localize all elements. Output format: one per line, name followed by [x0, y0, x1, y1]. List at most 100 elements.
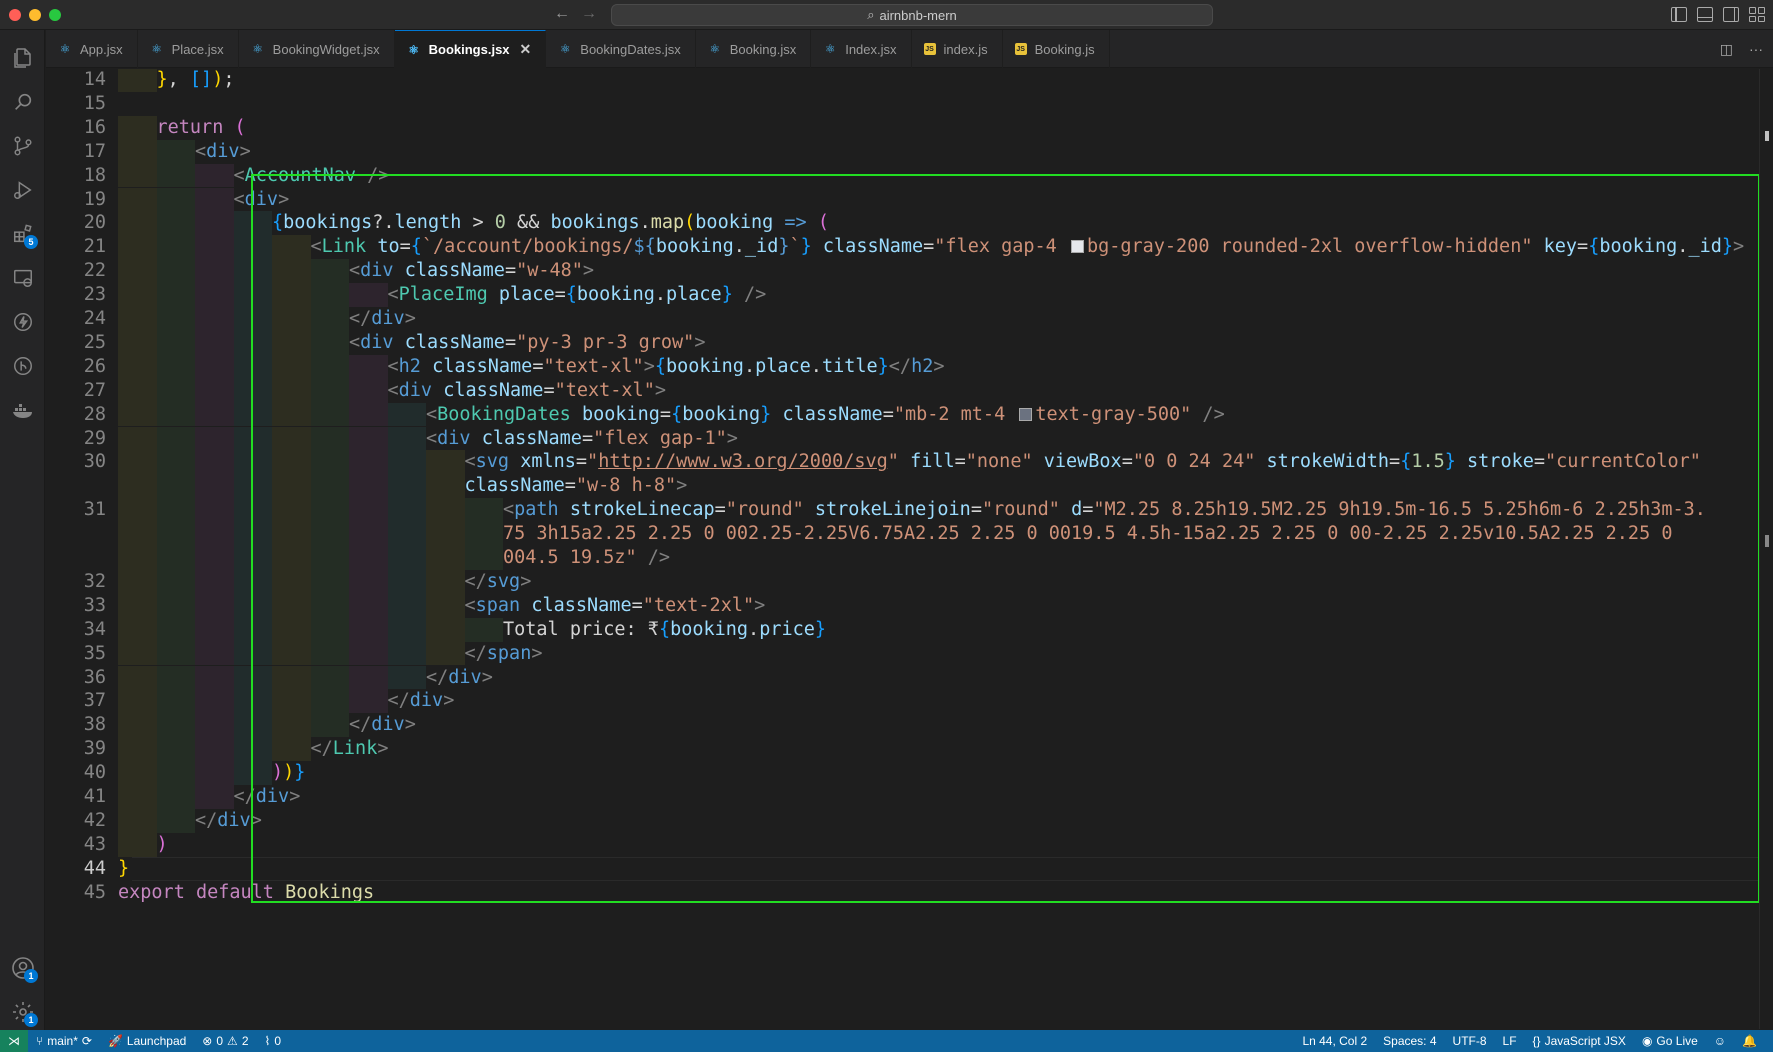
code-editor[interactable]: 14}, []); 15 16 return (17 <div> 18 <AccountNa…	[46, 69, 1773, 1029]
tab-place-jsx[interactable]: ⚛ Place.jsx	[138, 30, 239, 68]
toggle-panel-icon[interactable]	[1697, 7, 1713, 22]
code-line[interactable]: 21 <Link to={`/account/bookings/${booking…	[46, 235, 1773, 260]
line-number: 21	[83, 236, 106, 258]
code-line[interactable]: 39 </Link>	[46, 737, 1773, 762]
tab-bookingwidget-jsx[interactable]: ⚛ BookingWidget.jsx	[239, 30, 395, 68]
tab-app-jsx[interactable]: ⚛ App.jsx	[46, 30, 138, 68]
code-line[interactable]: 35 </span>	[46, 641, 1773, 666]
back-arrow-icon[interactable]: ←	[554, 5, 570, 23]
cursor-position[interactable]: Ln 44, Col 2	[1294, 1034, 1375, 1048]
code-line[interactable]: 16 return (	[46, 115, 1773, 140]
code-line[interactable]: 29 <div className="flex gap-1">	[46, 426, 1773, 451]
code-line[interactable]: 40))}	[46, 761, 1773, 785]
code-line[interactable]: 24 </div>	[46, 307, 1773, 331]
source-control-icon[interactable]	[0, 126, 45, 166]
code-line[interactable]: 22 <div className="w-48">	[46, 259, 1773, 284]
remote-indicator-icon[interactable]: ⋊	[0, 1030, 28, 1052]
gear-icon[interactable]: 1	[0, 992, 45, 1032]
code-text: <svg xmlns="http://www.w3.org/2000/svg" …	[464, 451, 1701, 473]
minimize-window-button[interactable]	[29, 9, 41, 21]
search-icon[interactable]	[0, 82, 45, 122]
code-text: </div>	[233, 786, 301, 807]
run-debug-icon[interactable]	[0, 170, 45, 210]
code-line[interactable]: 31 <path strokeLinecap="round" strokeLine…	[46, 498, 1773, 523]
language-mode[interactable]: {} JavaScript JSX	[1525, 1034, 1634, 1048]
code-line[interactable]: 23 <PlaceImg place={booking.place} />	[46, 283, 1773, 307]
editor-tab-bar: ⚛ App.jsx ⚛ Place.jsx ⚛ BookingWidget.jsx ⚛…	[46, 30, 1773, 68]
docker-icon[interactable]	[0, 390, 45, 430]
tab-booking-js[interactable]: JS Booking.js	[1003, 30, 1110, 68]
editor-scrollbar[interactable]	[1759, 69, 1773, 1029]
code-line[interactable]: 27 <div className="text-xl">	[46, 378, 1773, 403]
ports-indicator[interactable]: ⌇ 0	[257, 1034, 290, 1048]
problems-indicator[interactable]: ⊗ 0 ⚠ 2	[194, 1034, 256, 1048]
go-live-button[interactable]: ◉ Go Live	[1634, 1034, 1706, 1048]
code-line[interactable]: 33 <span className="text-2xl">	[46, 593, 1773, 618]
code-line[interactable]: 45 export default Bookings	[46, 881, 1773, 905]
launchpad-indicator[interactable]: 🚀 Launchpad	[100, 1034, 194, 1048]
extensions-icon[interactable]: 5	[0, 214, 45, 254]
code-line[interactable]: 18 <AccountNav />	[46, 163, 1773, 188]
remote-explorer-icon[interactable]	[0, 258, 45, 298]
tab-bookings-jsx[interactable]: ⚛ Bookings.jsx ✕	[394, 30, 547, 68]
code-line[interactable]: 20 {bookings?.length > 0 && bookings.map(…	[46, 211, 1773, 236]
tab-bookingdates-jsx[interactable]: ⚛ BookingDates.jsx	[546, 30, 696, 68]
indentation[interactable]: Spaces: 4	[1375, 1034, 1444, 1048]
code-line[interactable]: 15	[46, 92, 1773, 116]
code-line[interactable]: 17 <div>	[46, 139, 1773, 164]
code-line[interactable]: 19 <div>	[46, 187, 1773, 212]
code-line[interactable]: 14}, []);	[46, 69, 1773, 92]
code-line[interactable]: 37 </div>	[46, 689, 1773, 714]
react-icon: ⚛	[709, 42, 721, 56]
code-line[interactable]: 34 Total price: ₹{booking.price}	[46, 617, 1773, 642]
close-icon[interactable]: ✕	[520, 41, 532, 58]
tab-index-jsx[interactable]: ⚛ Index.jsx	[811, 30, 912, 68]
code-line[interactable]: 42 </div>	[46, 808, 1773, 833]
copilot-icon[interactable]: ☺	[1706, 1034, 1734, 1048]
code-text: </div>	[426, 666, 493, 688]
split-editor-icon[interactable]: ◫	[1720, 41, 1733, 58]
line-number: 43	[83, 833, 106, 855]
code-text: <div className="w-48">	[349, 260, 595, 282]
end-of-line[interactable]: LF	[1495, 1034, 1525, 1048]
code-line[interactable]: 004.5 19.5z" />	[46, 546, 1773, 570]
code-line[interactable]: 44}	[46, 856, 1773, 881]
code-line[interactable]: className="w-8 h-8">	[46, 474, 1773, 499]
code-line[interactable]: 38 </div>	[46, 713, 1773, 738]
maximize-window-button[interactable]	[49, 9, 61, 21]
branch-indicator[interactable]: ⑂ main* ⟳	[28, 1034, 100, 1048]
toggle-secondary-sidebar-icon[interactable]	[1723, 7, 1739, 22]
antenna-icon: ⌇	[264, 1034, 271, 1048]
error-icon: ⊗	[202, 1034, 213, 1048]
toggle-sidebar-icon[interactable]	[1671, 7, 1687, 22]
line-number: 18	[83, 164, 106, 186]
more-actions-icon[interactable]: ···	[1749, 41, 1763, 58]
line-number: 32	[83, 570, 106, 592]
files-icon[interactable]	[0, 38, 45, 78]
code-line[interactable]: 30 <svg xmlns="http://www.w3.org/2000/svg…	[46, 450, 1773, 475]
tab-index-js[interactable]: JS index.js	[912, 30, 1003, 68]
bell-icon[interactable]: 🔔	[1734, 1034, 1765, 1048]
command-center-search[interactable]: ⌕ airnbnb-mern	[611, 4, 1213, 26]
code-text: export default Bookings	[118, 881, 375, 903]
forward-arrow-icon[interactable]: →	[581, 5, 597, 23]
code-line[interactable]: 43)	[46, 832, 1773, 857]
line-number: 41	[83, 786, 106, 807]
code-line[interactable]: 25 <div className="py-3 pr-3 grow">	[46, 330, 1773, 355]
encoding[interactable]: UTF-8	[1445, 1034, 1495, 1048]
close-window-button[interactable]	[9, 9, 21, 21]
tab-booking-jsx[interactable]: ⚛ Booking.jsx	[696, 30, 812, 68]
code-text: <div>	[233, 188, 290, 210]
code-line[interactable]: 75 3h15a2.25 2.25 0 002.25-2.25V6.75A2.2…	[46, 522, 1773, 546]
code-text: </div>	[195, 809, 262, 831]
gitlens-icon[interactable]	[0, 346, 45, 386]
code-line[interactable]: 36 </div>	[46, 665, 1773, 690]
code-line[interactable]: 28 <BookingDates booking={booking} classN…	[46, 402, 1773, 427]
code-line[interactable]: 26 <h2 className="text-xl">{booking.place…	[46, 354, 1773, 379]
customize-layout-icon[interactable]	[1749, 7, 1765, 22]
accounts-icon[interactable]: 1	[0, 948, 45, 988]
react-icon: ⚛	[559, 42, 571, 56]
lightning-icon[interactable]	[0, 302, 45, 342]
code-line[interactable]: 32 </svg>	[46, 569, 1773, 594]
code-line[interactable]: 41 </div>	[46, 785, 1773, 809]
